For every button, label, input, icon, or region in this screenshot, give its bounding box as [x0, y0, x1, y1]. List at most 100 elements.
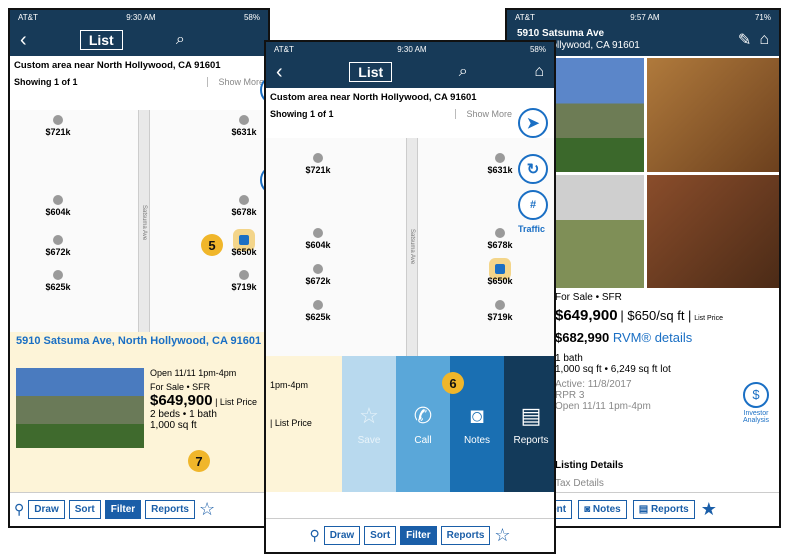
- camera-icon: ◙: [584, 504, 591, 515]
- clock-label: 9:30 AM: [126, 12, 156, 22]
- battery-label: 58%: [243, 12, 260, 22]
- traffic-button[interactable]: #: [518, 190, 548, 220]
- status-bar: AT&T 9:57 AM 71%: [507, 10, 779, 24]
- edit-icon[interactable]: ✎: [738, 30, 751, 50]
- price-pin[interactable]: $721k: [298, 153, 338, 175]
- location-arrow-button[interactable]: ➤: [518, 108, 548, 138]
- show-more-link[interactable]: Show More: [455, 109, 512, 119]
- price-pin[interactable]: $721k: [38, 115, 78, 137]
- interior-photo[interactable]: [646, 58, 779, 172]
- filter-button[interactable]: Filter: [400, 526, 437, 545]
- beds-baths: 2 beds • 1 bath: [150, 409, 217, 420]
- filter-button[interactable]: Filter: [104, 500, 142, 519]
- dollar-icon: $: [743, 382, 769, 408]
- rvm-details-link[interactable]: RVM® details: [613, 330, 692, 345]
- reports-action[interactable]: ▤ Reports: [504, 356, 554, 492]
- camera-icon: ◙: [470, 402, 484, 428]
- reports-button[interactable]: Reports: [440, 526, 491, 545]
- kitchen-photo[interactable]: [646, 174, 779, 288]
- search-icon[interactable]: ⌕: [459, 63, 468, 81]
- list-button[interactable]: List: [79, 30, 123, 50]
- reports-button[interactable]: ▤ Reports: [632, 500, 695, 519]
- square-feet: 1,000 sq ft: [150, 420, 197, 431]
- price-pin[interactable]: $631k: [224, 115, 264, 137]
- home-icon[interactable]: ⌂: [759, 31, 769, 49]
- price-pin[interactable]: $604k: [38, 195, 78, 217]
- traffic-label: Traffic: [518, 224, 546, 234]
- selected-price-pin[interactable]: $650k: [224, 235, 264, 257]
- result-count: Showing 1 of 1: [14, 77, 78, 87]
- investor-analysis-button[interactable]: $ Investor Analysis: [731, 382, 779, 424]
- price-pin[interactable]: $719k: [224, 270, 264, 292]
- map-view[interactable]: Satsuma Ave $721k $631k $604k $678k $672…: [266, 108, 554, 356]
- price-pin[interactable]: $678k: [224, 195, 264, 217]
- notes-button[interactable]: ◙ Notes: [578, 500, 627, 519]
- price-per-sqft: | $650/sq ft |: [620, 308, 692, 323]
- showing-row: Showing 1 of 1 Show More: [10, 75, 268, 89]
- draw-button[interactable]: Draw: [28, 500, 65, 519]
- bottom-toolbar: ⚲ Draw Sort Filter Reports ☆: [10, 492, 268, 526]
- left-phone-screen: AT&T 9:30 AM 58% ‹ List ⌕ Custom area ne…: [8, 8, 270, 528]
- house-photo[interactable]: [16, 368, 144, 448]
- nav-bar: ‹ List ⌕: [10, 24, 268, 56]
- clock-label: 9:30 AM: [397, 44, 427, 54]
- card-price-suffix: | List Price: [270, 418, 312, 428]
- listing-details-row[interactable]: Listing Details: [555, 460, 623, 471]
- save-action[interactable]: ☆ Save: [342, 356, 396, 492]
- property-type: For Sale • SFR: [555, 292, 622, 303]
- price-label: List Price: [694, 315, 724, 322]
- open-house: Open 11/11 1pm-4pm: [150, 368, 237, 378]
- price-pin[interactable]: $625k: [38, 270, 78, 292]
- street-label: Satsuma Ave: [406, 138, 418, 356]
- star-icon[interactable]: ☆: [199, 499, 215, 520]
- back-icon[interactable]: ‹: [276, 61, 283, 84]
- star-icon[interactable]: ★: [701, 499, 717, 520]
- home-icon[interactable]: ⌂: [534, 63, 544, 81]
- document-icon: ▤: [520, 402, 542, 428]
- draw-button[interactable]: Draw: [323, 526, 361, 545]
- selected-price-pin[interactable]: $650k: [480, 264, 520, 286]
- document-icon: ▤: [638, 504, 649, 515]
- step-badge-5: 5: [201, 234, 223, 256]
- price-pin[interactable]: $672k: [298, 264, 338, 286]
- tax-details-row[interactable]: Tax Details: [555, 478, 604, 489]
- location-pin-icon[interactable]: ⚲: [14, 501, 24, 518]
- back-icon[interactable]: ‹: [20, 29, 27, 52]
- map-view[interactable]: Satsuma Ave $721k $631k $604k $678k $672…: [10, 75, 268, 335]
- price-pin[interactable]: $631k: [480, 153, 520, 175]
- phone-icon: ✆: [413, 402, 433, 428]
- sort-button[interactable]: Sort: [364, 526, 397, 545]
- property-type: For Sale • SFR: [150, 382, 211, 392]
- card-time: 1pm-4pm: [270, 380, 309, 390]
- price-pin[interactable]: $672k: [38, 235, 78, 257]
- carrier-label: AT&T: [274, 44, 294, 54]
- sqft-lot: 1,000 sq ft • 6,249 sq ft lot: [555, 364, 671, 375]
- price-suffix: | List Price: [215, 397, 257, 407]
- header-address: 5910 Satsuma Ave: [517, 28, 605, 39]
- price-pin[interactable]: $604k: [298, 228, 338, 250]
- show-more-link[interactable]: Show More: [207, 77, 264, 87]
- sort-button[interactable]: Sort: [68, 500, 101, 519]
- star-icon[interactable]: ☆: [494, 525, 510, 546]
- clock-label: 9:57 AM: [630, 12, 660, 22]
- refresh-button[interactable]: ↻: [518, 154, 548, 184]
- price: $649,900: [555, 307, 618, 324]
- search-icon[interactable]: ⌕: [176, 31, 185, 49]
- status-bar: AT&T 9:30 AM 58%: [10, 10, 268, 24]
- price-pin[interactable]: $625k: [298, 300, 338, 322]
- card-address[interactable]: 5910 Satsuma Ave, North Hollywood, CA 91…: [10, 332, 268, 364]
- reports-button[interactable]: Reports: [145, 500, 195, 519]
- baths: 1 bath: [555, 353, 583, 364]
- price-pin[interactable]: $678k: [480, 228, 520, 250]
- property-card[interactable]: 5910 Satsuma Ave, North Hollywood, CA 91…: [10, 332, 268, 492]
- step-badge-7: 7: [188, 450, 210, 472]
- area-title: Custom area near North Hollywood, CA 916…: [270, 92, 477, 103]
- card-details: Open 11/11 1pm-4pm For Sale • SFR $649,9…: [150, 368, 257, 431]
- rvm-line: $682,990 RVM® details: [555, 330, 779, 345]
- location-pin-icon[interactable]: ⚲: [309, 527, 319, 544]
- battery-label: 58%: [529, 44, 546, 54]
- call-action[interactable]: ✆ Call: [396, 356, 450, 492]
- list-button[interactable]: List: [349, 62, 393, 82]
- battery-label: 71%: [754, 12, 771, 22]
- price-pin[interactable]: $719k: [480, 300, 520, 322]
